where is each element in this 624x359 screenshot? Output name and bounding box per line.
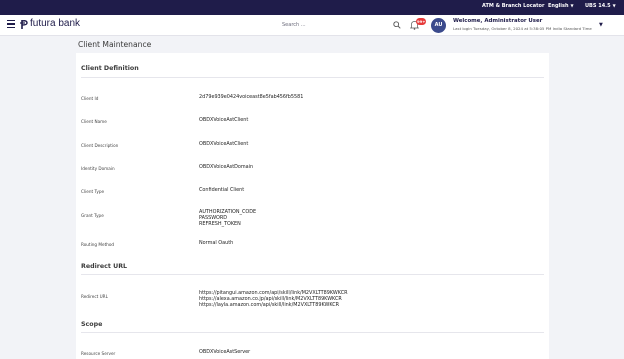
section-title-client-definition: Client Definition (81, 65, 139, 72)
field-value-redirect-url-3: https://layla.amazon.com/api/skill/link/… (199, 302, 340, 308)
chevron-down-icon: ▼ (612, 3, 616, 8)
atm-branch-locator-link[interactable]: ATM & Branch Locator (482, 3, 544, 9)
language-label: English (548, 3, 569, 9)
field-value-routing-method: Normal Oauth (199, 240, 234, 246)
field-value-grant-type-3: REFRESH_TOKEN (199, 221, 241, 227)
version-selector[interactable]: UBS 14.5 ▼ (585, 3, 616, 9)
language-selector[interactable]: English ▼ (548, 3, 574, 9)
field-label-client-name: Client Name (81, 119, 107, 124)
user-menu-chevron-icon[interactable]: ▼ (599, 22, 603, 28)
divider (81, 274, 544, 275)
search-box[interactable] (282, 19, 402, 31)
field-label-client-description: Client Description (81, 143, 119, 148)
client-maintenance-card: Client Definition Client Id 2d79e939e042… (76, 53, 549, 359)
field-label-client-type: Client Type (81, 189, 105, 194)
menu-icon[interactable] (7, 20, 15, 29)
field-value-client-type: Confidential Client (199, 187, 245, 193)
field-label-identity-domain: Identity Domain (81, 166, 115, 171)
section-title-redirect-url: Redirect URL (81, 263, 128, 270)
bank-logo-icon (20, 20, 28, 29)
header: futura bank 99+ AU Welcome, Administrato… (0, 15, 624, 36)
page-title: Client Maintenance (78, 40, 152, 49)
field-label-resource-server: Resource Server (81, 351, 116, 356)
field-label-routing-method: Routing Method (81, 242, 115, 247)
section-title-scope: Scope (81, 321, 103, 328)
version-label: UBS 14.5 (585, 3, 611, 9)
search-input[interactable] (282, 19, 382, 30)
field-value-resource-server: OBDXVoiceAstServer (199, 349, 251, 355)
field-value-identity-domain: OBDXVoiceAstDomain (199, 164, 254, 170)
field-label-redirect-url: Redirect URL (81, 294, 108, 299)
welcome-text: Welcome, Administrator User (453, 18, 543, 24)
field-label-client-id: Client Id (81, 96, 99, 101)
chevron-down-icon: ▼ (570, 3, 574, 8)
divider (81, 332, 544, 333)
search-icon[interactable] (393, 21, 401, 29)
divider (81, 77, 544, 78)
field-label-grant-type: Grant Type (81, 213, 104, 218)
top-bar: ATM & Branch Locator English ▼ UBS 14.5 ▼ (0, 0, 624, 15)
field-value-client-description: OBDXVoiceAstClient (199, 141, 249, 147)
field-value-client-name: OBDXVoiceAstClient (199, 117, 249, 123)
bank-logo-text: futura bank (30, 18, 81, 29)
field-value-client-id: 2d79e939e0424voiceast8e5fab456fb5581 (199, 94, 304, 100)
notification-count-badge: 99+ (416, 18, 427, 25)
last-login-text: Last login Tuesday, October 8, 2024 at 5… (453, 26, 592, 31)
avatar[interactable]: AU (431, 18, 446, 33)
